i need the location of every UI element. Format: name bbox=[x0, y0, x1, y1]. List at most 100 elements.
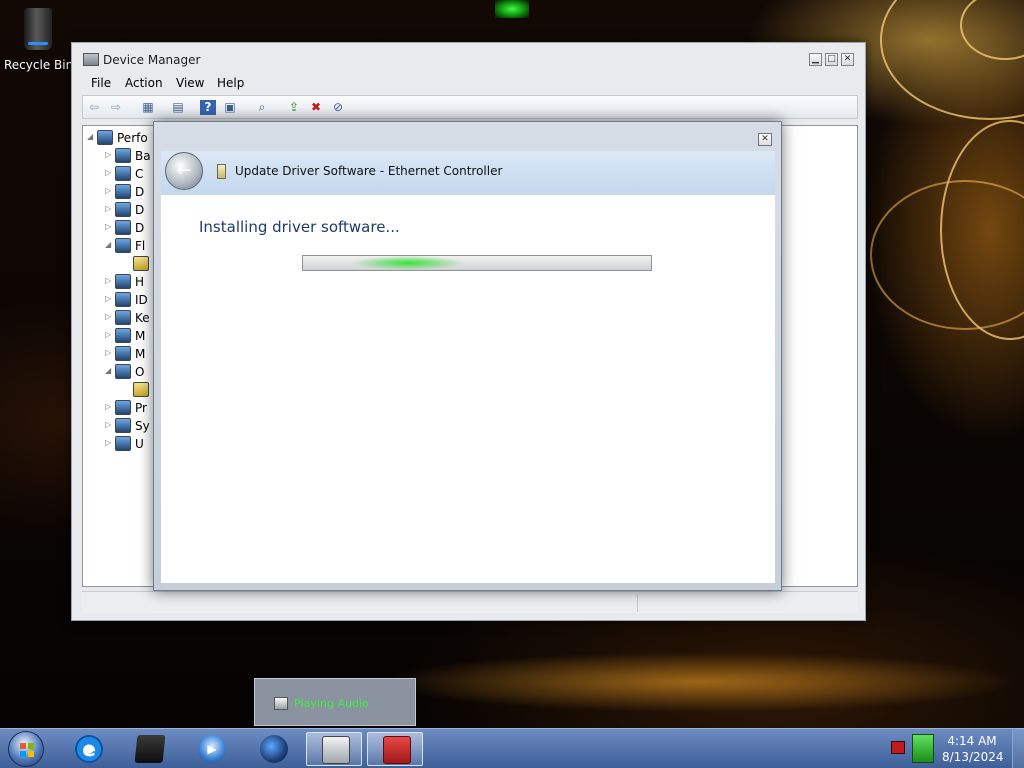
black-folder-icon bbox=[134, 735, 166, 763]
device-category-icon bbox=[115, 346, 131, 361]
status-bar bbox=[82, 591, 858, 613]
console-tree-icon[interactable]: ▣ bbox=[222, 100, 238, 115]
device-category-icon bbox=[115, 238, 131, 253]
minimize-button[interactable]: ▁ bbox=[809, 53, 822, 66]
properties-icon[interactable]: ▤ bbox=[170, 100, 186, 115]
taskbar-app-internet-explorer[interactable]: e bbox=[60, 732, 116, 766]
tree-item-label: M bbox=[135, 329, 146, 343]
ethernet-device-icon bbox=[217, 164, 226, 179]
close-button[interactable]: ✕ bbox=[841, 53, 854, 66]
notification-text: Playing Audio bbox=[294, 697, 369, 710]
show-desktop-button[interactable] bbox=[1012, 729, 1024, 768]
help-icon[interactable]: ? bbox=[200, 100, 216, 115]
device-manager-icon bbox=[83, 53, 99, 66]
wallpaper-glow bbox=[495, 0, 529, 18]
taskbar-app-toolbox[interactable] bbox=[367, 732, 423, 766]
device-category-icon bbox=[115, 400, 131, 415]
media-player-icon: ▶ bbox=[198, 735, 226, 763]
taskbar-app-globe[interactable] bbox=[245, 732, 301, 766]
tree-collapse-icon[interactable]: ◢ bbox=[105, 366, 115, 375]
device-category-icon bbox=[115, 418, 131, 433]
tree-item-label: Sy bbox=[135, 419, 150, 433]
dialog-body: Installing driver software... bbox=[161, 195, 775, 583]
notification-icon bbox=[274, 697, 288, 710]
menu-bar: File Action View Help bbox=[82, 73, 857, 93]
taskbar: e ▶ 4:14 AM 8/13/2024 bbox=[0, 728, 1024, 768]
toolbox-icon bbox=[383, 736, 411, 764]
tray-monitor-icon[interactable] bbox=[891, 741, 905, 754]
tree-collapse-icon[interactable]: ◢ bbox=[105, 240, 115, 249]
menu-action[interactable]: Action bbox=[125, 76, 163, 90]
tree-item-label: Pr bbox=[135, 401, 147, 415]
device-category-icon bbox=[97, 130, 113, 145]
desktop-icon-recycle-bin[interactable]: Recycle Bin bbox=[4, 8, 74, 72]
start-button[interactable] bbox=[3, 729, 53, 768]
tree-item-label: D bbox=[135, 203, 145, 217]
tree-expand-icon[interactable]: ▷ bbox=[105, 186, 115, 195]
tree-expand-icon[interactable]: ▷ bbox=[105, 420, 115, 429]
taskbar-notification[interactable]: Playing Audio bbox=[254, 678, 416, 726]
tree-item-label: D bbox=[135, 185, 145, 199]
taskbar-app-device-manager[interactable] bbox=[306, 732, 362, 766]
tree-collapse-icon[interactable]: ◢ bbox=[87, 132, 97, 141]
device-category-icon bbox=[115, 364, 131, 379]
tree-expand-icon[interactable]: ▷ bbox=[105, 294, 115, 303]
menu-view[interactable]: View bbox=[176, 76, 204, 90]
taskbar-app-media-player[interactable]: ▶ bbox=[183, 732, 239, 766]
tree-expand-icon[interactable]: ▷ bbox=[105, 348, 115, 357]
device-category-icon bbox=[115, 220, 131, 235]
window-title: Device Manager bbox=[103, 53, 201, 67]
scan-hardware-icon[interactable]: ⌕ bbox=[254, 100, 270, 115]
tree-item-label: Ba bbox=[135, 149, 151, 163]
disable-icon[interactable]: ⊘ bbox=[330, 100, 346, 115]
tray-network-icon[interactable] bbox=[912, 734, 934, 763]
clock-time[interactable]: 4:14 AM bbox=[942, 734, 1002, 748]
recycle-bin-icon bbox=[24, 8, 52, 50]
dialog-header: ← Update Driver Software - Ethernet Cont… bbox=[161, 151, 775, 195]
title-bar[interactable]: Device Manager ▁ □ ✕ bbox=[72, 43, 865, 73]
tree-expand-icon[interactable]: ▷ bbox=[105, 150, 115, 159]
taskbar-app-folder[interactable] bbox=[121, 732, 177, 766]
menu-help[interactable]: Help bbox=[217, 76, 244, 90]
tree-expand-icon[interactable]: ▷ bbox=[105, 312, 115, 321]
maximize-button[interactable]: □ bbox=[825, 53, 838, 66]
clock-date[interactable]: 8/13/2024 bbox=[942, 750, 1004, 764]
installing-heading: Installing driver software... bbox=[199, 218, 400, 236]
tree-expand-icon[interactable]: ▷ bbox=[105, 168, 115, 177]
device-category-icon bbox=[115, 328, 131, 343]
device-category-icon bbox=[115, 274, 131, 289]
dialog-title: Update Driver Software - Ethernet Contro… bbox=[235, 164, 503, 178]
tree-expand-icon[interactable]: ▷ bbox=[105, 330, 115, 339]
status-bar-separator bbox=[637, 594, 638, 612]
back-arrow-icon[interactable]: ⇦ bbox=[86, 100, 102, 115]
system-tray: 4:14 AM 8/13/2024 bbox=[885, 729, 1024, 768]
device-category-icon bbox=[133, 382, 149, 397]
tree-expand-icon[interactable]: ▷ bbox=[105, 222, 115, 231]
tree-item-label: U bbox=[135, 437, 144, 451]
tree-item-label: O bbox=[135, 365, 145, 379]
tree-item-label: Ke bbox=[135, 311, 150, 325]
show-hide-tree-icon[interactable]: ▦ bbox=[140, 100, 156, 115]
menu-file[interactable]: File bbox=[91, 76, 111, 90]
uninstall-icon[interactable]: ✖ bbox=[308, 100, 324, 115]
device-category-icon bbox=[115, 202, 131, 217]
device-category-icon bbox=[115, 148, 131, 163]
update-driver-dialog: ✕ ← Update Driver Software - Ethernet Co… bbox=[153, 121, 782, 591]
dialog-close-button[interactable]: ✕ bbox=[758, 133, 772, 146]
tree-expand-icon[interactable]: ▷ bbox=[105, 276, 115, 285]
device-manager-icon bbox=[322, 736, 350, 764]
tree-item-label: H bbox=[135, 275, 145, 289]
progress-marquee bbox=[353, 256, 463, 270]
update-driver-icon[interactable]: ⇪ bbox=[286, 100, 302, 115]
device-category-icon bbox=[133, 256, 149, 271]
device-category-icon bbox=[115, 184, 131, 199]
tree-expand-icon[interactable]: ▷ bbox=[105, 204, 115, 213]
desktop-icon-label: Recycle Bin bbox=[4, 58, 74, 72]
forward-arrow-icon[interactable]: ⇨ bbox=[108, 100, 124, 115]
back-button[interactable]: ← bbox=[165, 152, 203, 190]
tree-expand-icon[interactable]: ▷ bbox=[105, 438, 115, 447]
tree-item-label: Fl bbox=[135, 239, 146, 253]
tree-expand-icon[interactable]: ▷ bbox=[105, 402, 115, 411]
tree-item-label: M bbox=[135, 347, 146, 361]
internet-explorer-icon: e bbox=[75, 735, 103, 763]
